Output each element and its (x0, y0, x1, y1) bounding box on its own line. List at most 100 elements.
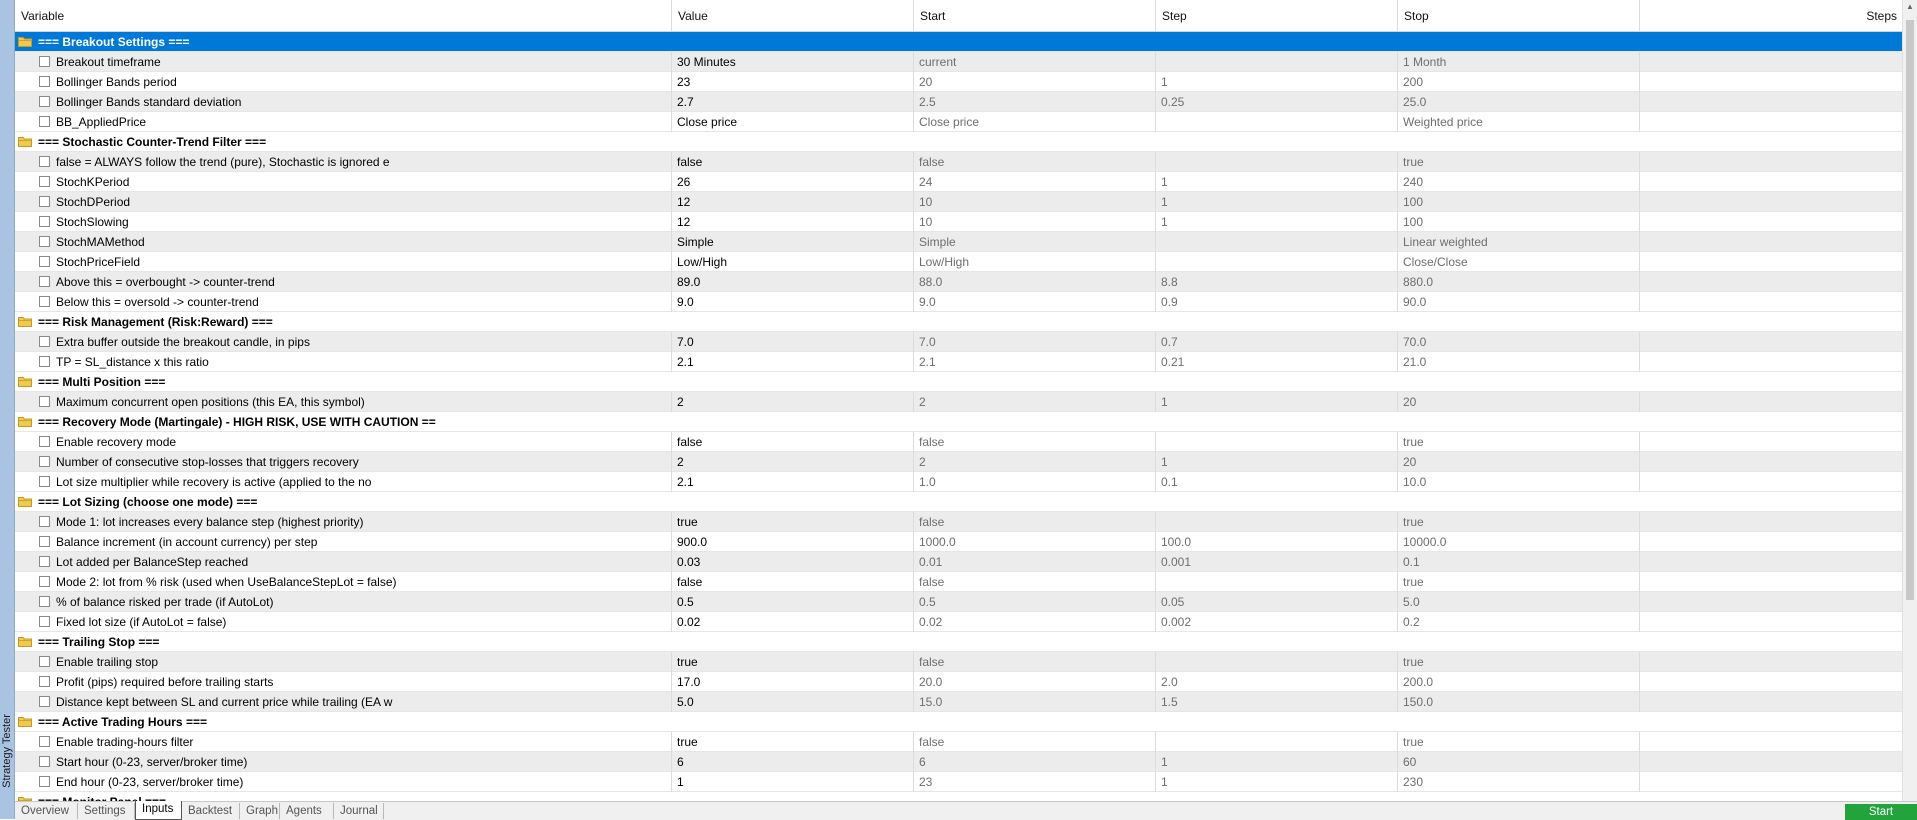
step-cell[interactable]: 1 (1156, 772, 1398, 792)
stop-cell[interactable]: 200.0 (1398, 672, 1640, 692)
start-cell[interactable]: false (914, 572, 1156, 592)
value-cell[interactable]: true (672, 512, 914, 532)
parameter-row[interactable]: BB_AppliedPrice Close price Close price Wei… (15, 112, 1903, 132)
optimize-checkbox[interactable] (39, 736, 50, 747)
step-cell[interactable] (1156, 112, 1398, 132)
tab-agents[interactable]: Agents (280, 803, 334, 819)
stop-cell[interactable]: 5.0 (1398, 592, 1640, 612)
step-cell[interactable]: 1 (1156, 392, 1398, 412)
value-cell[interactable]: 0.5 (672, 592, 914, 612)
value-cell[interactable]: false (672, 572, 914, 592)
stop-cell[interactable]: 21.0 (1398, 352, 1640, 372)
stop-cell[interactable]: 880.0 (1398, 272, 1640, 292)
stop-cell[interactable]: 20 (1398, 452, 1640, 472)
column-header-step[interactable]: Step (1156, 0, 1398, 31)
scrollbar-thumb[interactable] (1906, 20, 1914, 600)
optimize-checkbox[interactable] (39, 756, 50, 767)
start-cell[interactable]: Low/High (914, 252, 1156, 272)
start-cell[interactable]: 20.0 (914, 672, 1156, 692)
parameter-row[interactable]: TP = SL_distance x this ratio 2.1 2.1 0.21 2… (15, 352, 1903, 372)
start-cell[interactable]: 23 (914, 772, 1156, 792)
stop-cell[interactable]: 0.2 (1398, 612, 1640, 632)
parameter-row[interactable]: Extra buffer outside the breakout candle… (15, 332, 1903, 352)
section-row[interactable]: === Risk Management (Risk:Reward) === (15, 312, 1903, 332)
start-cell[interactable]: 88.0 (914, 272, 1156, 292)
stop-cell[interactable]: Linear weighted (1398, 232, 1640, 252)
parameter-row[interactable]: Maximum concurrent open positions (this … (15, 392, 1903, 412)
optimize-checkbox[interactable] (39, 276, 50, 287)
section-row[interactable]: === Active Trading Hours === (15, 712, 1903, 732)
optimize-checkbox[interactable] (39, 516, 50, 527)
value-cell[interactable]: 6 (672, 752, 914, 772)
value-cell[interactable]: false (672, 432, 914, 452)
start-cell[interactable]: 1.0 (914, 472, 1156, 492)
section-row[interactable]: === Trailing Stop === (15, 632, 1903, 652)
section-row[interactable]: === Recovery Mode (Martingale) - HIGH RI… (15, 412, 1903, 432)
start-cell[interactable]: 2.1 (914, 352, 1156, 372)
optimize-checkbox[interactable] (39, 156, 50, 167)
step-cell[interactable]: 1.5 (1156, 692, 1398, 712)
value-cell[interactable]: 89.0 (672, 272, 914, 292)
start-cell[interactable]: 2 (914, 452, 1156, 472)
optimize-checkbox[interactable] (39, 76, 50, 87)
start-cell[interactable]: 0.5 (914, 592, 1156, 612)
step-cell[interactable]: 1 (1156, 752, 1398, 772)
section-row[interactable]: === Breakout Settings === (15, 32, 1903, 52)
stop-cell[interactable]: 230 (1398, 772, 1640, 792)
start-cell[interactable]: 0.01 (914, 552, 1156, 572)
parameter-row[interactable]: Bollinger Bands period 23 20 1 200 (15, 72, 1903, 92)
section-row[interactable]: === Monitor Panel === (15, 792, 1903, 801)
optimize-checkbox[interactable] (39, 256, 50, 267)
parameter-row[interactable]: End hour (0-23, server/broker time) 1 23 1 2… (15, 772, 1903, 792)
value-cell[interactable]: 5.0 (672, 692, 914, 712)
start-cell[interactable]: false (914, 152, 1156, 172)
stop-cell[interactable]: true (1398, 152, 1640, 172)
stop-cell[interactable]: Weighted price (1398, 112, 1640, 132)
folder-icon[interactable] (18, 416, 32, 427)
parameter-row[interactable]: Profit (pips) required before trailing s… (15, 672, 1903, 692)
start-cell[interactable]: Simple (914, 232, 1156, 252)
start-cell[interactable]: 10 (914, 192, 1156, 212)
tab-overview[interactable]: Overview (15, 803, 78, 819)
stop-cell[interactable]: true (1398, 512, 1640, 532)
optimize-checkbox[interactable] (39, 216, 50, 227)
optimize-checkbox[interactable] (39, 236, 50, 247)
step-cell[interactable]: 0.9 (1156, 292, 1398, 312)
parameter-row[interactable]: Enable recovery mode false false true (15, 432, 1903, 452)
value-cell[interactable]: 0.02 (672, 612, 914, 632)
stop-cell[interactable]: 90.0 (1398, 292, 1640, 312)
start-cell[interactable]: 7.0 (914, 332, 1156, 352)
optimize-checkbox[interactable] (39, 776, 50, 787)
stop-cell[interactable]: true (1398, 432, 1640, 452)
value-cell[interactable]: 7.0 (672, 332, 914, 352)
optimize-checkbox[interactable] (39, 596, 50, 607)
start-cell[interactable]: 10 (914, 212, 1156, 232)
step-cell[interactable] (1156, 232, 1398, 252)
stop-cell[interactable]: true (1398, 652, 1640, 672)
start-cell[interactable]: 0.02 (914, 612, 1156, 632)
value-cell[interactable]: 900.0 (672, 532, 914, 552)
start-cell[interactable]: 1000.0 (914, 532, 1156, 552)
optimize-checkbox[interactable] (39, 356, 50, 367)
start-cell[interactable]: 9.0 (914, 292, 1156, 312)
step-cell[interactable] (1156, 52, 1398, 72)
step-cell[interactable]: 1 (1156, 212, 1398, 232)
optimize-checkbox[interactable] (39, 616, 50, 627)
step-cell[interactable] (1156, 652, 1398, 672)
tab-backtest[interactable]: Backtest (182, 803, 240, 819)
strategy-tester-sidebar[interactable]: Strategy Tester (0, 0, 15, 819)
parameter-row[interactable]: Enable trailing stop true false true (15, 652, 1903, 672)
step-cell[interactable] (1156, 732, 1398, 752)
value-cell[interactable]: 30 Minutes (672, 52, 914, 72)
stop-cell[interactable]: 20 (1398, 392, 1640, 412)
optimize-checkbox[interactable] (39, 556, 50, 567)
folder-icon[interactable] (18, 496, 32, 507)
step-cell[interactable] (1156, 152, 1398, 172)
step-cell[interactable]: 1 (1156, 172, 1398, 192)
optimize-checkbox[interactable] (39, 536, 50, 547)
tab-graph[interactable]: Graph (240, 803, 280, 819)
folder-icon[interactable] (18, 316, 32, 327)
start-cell[interactable]: false (914, 432, 1156, 452)
stop-cell[interactable]: true (1398, 732, 1640, 752)
optimize-checkbox[interactable] (39, 336, 50, 347)
